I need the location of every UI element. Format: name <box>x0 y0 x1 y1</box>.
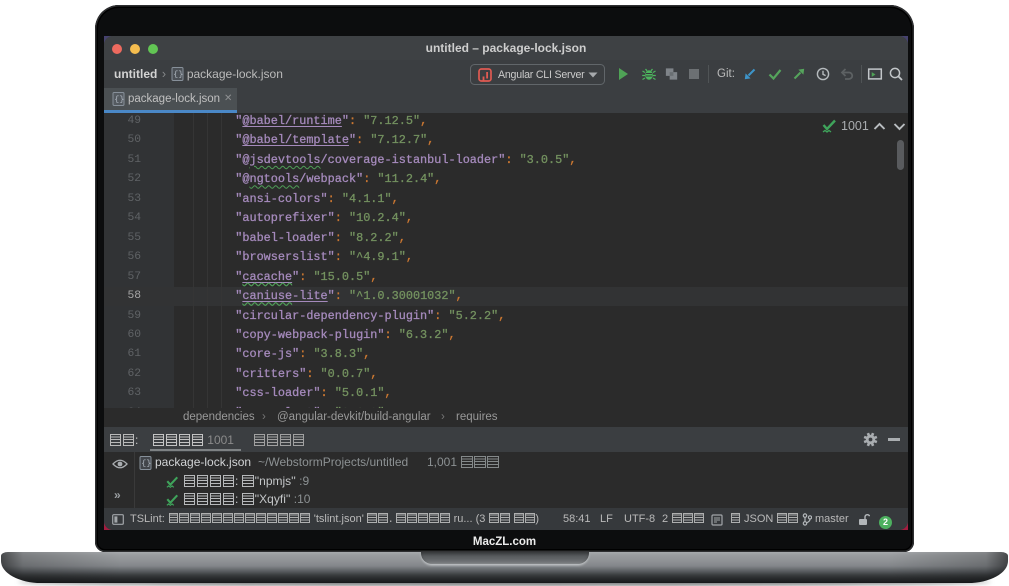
svg-text:{}: {} <box>173 70 183 80</box>
svg-text:{}: {} <box>114 95 124 105</box>
svg-text:{}: {} <box>141 459 151 469</box>
